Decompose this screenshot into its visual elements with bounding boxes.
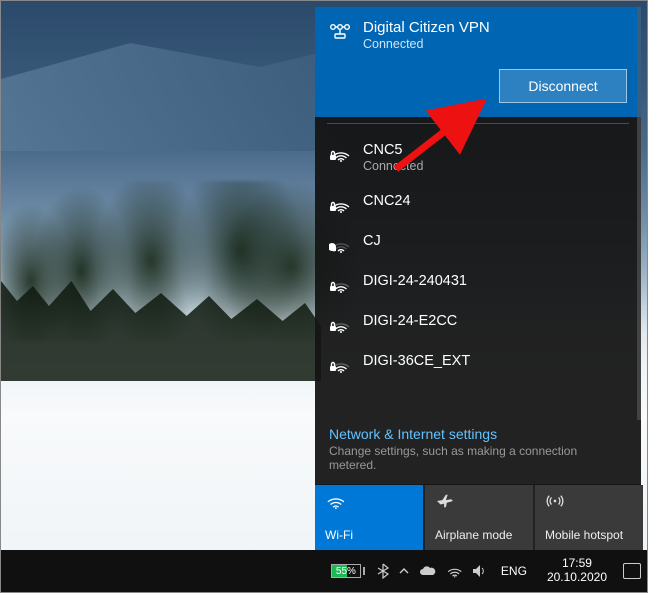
wifi-status: Connected bbox=[363, 159, 423, 173]
divider bbox=[327, 123, 629, 124]
qa-label: Mobile hotspot bbox=[545, 528, 633, 542]
disconnect-label: Disconnect bbox=[528, 78, 597, 94]
wifi-name: CJ bbox=[363, 233, 381, 249]
disconnect-button[interactable]: Disconnect bbox=[499, 69, 627, 103]
volume-icon[interactable] bbox=[471, 564, 487, 578]
hotspot-icon bbox=[545, 493, 565, 509]
vpn-status: Connected bbox=[363, 37, 490, 51]
wifi-item-digi-36ce-ext[interactable]: DIGI-36CE_EXT bbox=[315, 343, 641, 383]
battery-indicator[interactable]: 55% bbox=[329, 563, 367, 579]
wifi-name: DIGI-36CE_EXT bbox=[363, 353, 470, 369]
scrollbar[interactable] bbox=[637, 7, 641, 420]
wifi-secured-icon bbox=[329, 313, 351, 333]
settings-subtitle: Change settings, such as making a connec… bbox=[329, 444, 627, 472]
quick-action-wifi[interactable]: Wi-Fi bbox=[315, 485, 423, 550]
wifi-secured-icon bbox=[329, 193, 351, 213]
wifi-open-icon: ! bbox=[329, 233, 351, 253]
wifi-item-digi-24-240431[interactable]: DIGI-24-240431 bbox=[315, 263, 641, 303]
wifi-icon bbox=[325, 493, 345, 509]
network-settings-link[interactable]: Network & Internet settings Change setti… bbox=[315, 416, 641, 484]
vpn-name: Digital Citizen VPN bbox=[363, 19, 490, 36]
taskbar: 55% ENG 17:59 20.10.2020 bbox=[1, 550, 647, 592]
vpn-icon bbox=[329, 19, 351, 39]
action-center-icon[interactable] bbox=[623, 563, 641, 579]
qa-label: Wi-Fi bbox=[325, 528, 413, 542]
chevron-up-icon[interactable] bbox=[398, 566, 410, 576]
date: 20.10.2020 bbox=[547, 571, 607, 585]
time: 17:59 bbox=[547, 557, 607, 571]
quick-actions-row: Wi-Fi Airplane mode Mobile hotspot bbox=[315, 484, 641, 550]
wifi-item-cnc24[interactable]: CNC24 bbox=[315, 183, 641, 223]
wifi-item-cnc5[interactable]: CNC5 Connected bbox=[315, 132, 641, 183]
quick-action-airplane[interactable]: Airplane mode bbox=[425, 485, 533, 550]
settings-title: Network & Internet settings bbox=[329, 426, 627, 442]
wifi-tray-icon[interactable] bbox=[446, 564, 462, 578]
language-indicator[interactable]: ENG bbox=[497, 564, 531, 578]
svg-text:!: ! bbox=[333, 246, 335, 253]
qa-label: Airplane mode bbox=[435, 528, 523, 542]
wifi-name: CNC5 bbox=[363, 142, 423, 158]
tray-icons bbox=[377, 563, 487, 579]
onedrive-icon[interactable] bbox=[419, 565, 437, 577]
battery-percent: 55% bbox=[336, 566, 356, 577]
wifi-name: DIGI-24-E2CC bbox=[363, 313, 457, 329]
network-flyout: Digital Citizen VPN Connected Disconnect… bbox=[315, 7, 641, 550]
vpn-header[interactable]: Digital Citizen VPN Connected Disconnect bbox=[315, 7, 641, 117]
quick-action-hotspot[interactable]: Mobile hotspot bbox=[535, 485, 643, 550]
wifi-item-cj[interactable]: ! CJ bbox=[315, 223, 641, 263]
bluetooth-icon[interactable] bbox=[377, 563, 389, 579]
wifi-name: CNC24 bbox=[363, 193, 411, 209]
airplane-icon bbox=[435, 493, 455, 509]
wifi-secured-icon bbox=[329, 142, 351, 162]
wifi-item-digi-24-e2cc[interactable]: DIGI-24-E2CC bbox=[315, 303, 641, 343]
clock[interactable]: 17:59 20.10.2020 bbox=[541, 557, 613, 585]
wifi-network-list: CNC5 Connected CNC24 ! CJ bbox=[315, 130, 641, 416]
wifi-secured-icon bbox=[329, 353, 351, 373]
wifi-name: DIGI-24-240431 bbox=[363, 273, 467, 289]
wifi-secured-icon bbox=[329, 273, 351, 293]
